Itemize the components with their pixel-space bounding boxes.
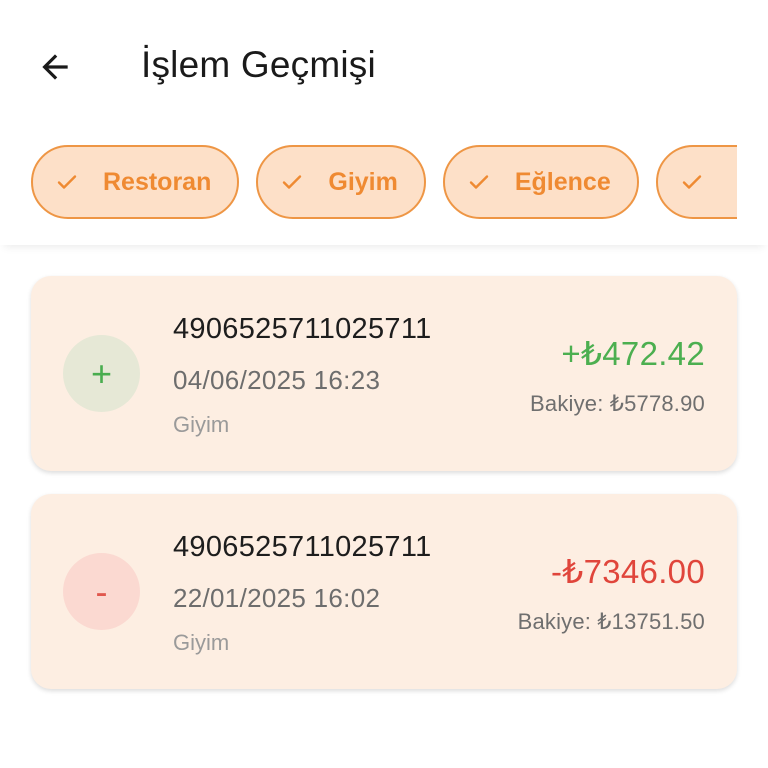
arrow-left-icon	[42, 54, 68, 80]
transaction-amount: +₺472.42	[561, 335, 705, 372]
transaction-card-number: 4906525711025711	[173, 313, 432, 345]
check-icon	[467, 170, 491, 194]
transaction-balance: Bakiye: ₺5778.90	[530, 391, 705, 416]
chip-label: Giyim	[328, 167, 398, 196]
app-bar: İşlem Geçmişi	[0, 0, 768, 130]
category-chip-list: Restoran Giyim Eğlence	[31, 144, 737, 220]
check-icon	[680, 170, 704, 194]
filter-chip-restoran[interactable]: Restoran	[31, 145, 240, 219]
page-title: İşlem Geçmişi	[141, 44, 376, 85]
back-button[interactable]	[26, 38, 84, 96]
transaction-history-screen: İşlem Geçmişi Restoran Giyim Eğlence + 4…	[0, 0, 768, 768]
transaction-category: Giyim	[173, 630, 230, 655]
chip-label	[728, 168, 737, 197]
category-filter-scroll[interactable]: Restoran Giyim Eğlence	[31, 144, 737, 220]
chip-label: Restoran	[103, 167, 212, 196]
filter-chip-eglence[interactable]: Eğlence	[442, 145, 639, 219]
transaction-card[interactable]: - 4906525711025711 22/01/2025 16:02 Giyi…	[31, 494, 737, 689]
transaction-date: 22/01/2025 16:02	[173, 583, 381, 613]
transaction-date: 04/06/2025 16:23	[173, 365, 381, 395]
transaction-card[interactable]: + 4906525711025711 04/06/2025 16:23 Giyi…	[31, 276, 737, 471]
category-filter-bar: Restoran Giyim Eğlence	[0, 130, 768, 245]
income-icon: +	[63, 335, 140, 412]
transaction-card-number: 4906525711025711	[173, 531, 432, 563]
filter-chip-giyim[interactable]: Giyim	[256, 145, 426, 219]
transaction-list: + 4906525711025711 04/06/2025 16:23 Giyi…	[31, 276, 737, 712]
transaction-category: Giyim	[173, 412, 230, 437]
expense-icon: -	[63, 553, 140, 630]
check-icon	[55, 170, 79, 194]
filter-chip-partial[interactable]	[655, 145, 737, 219]
transaction-balance: Bakiye: ₺13751.50	[517, 609, 705, 634]
transaction-amount: -₺7346.00	[551, 553, 705, 590]
check-icon	[280, 170, 304, 194]
chip-label: Eğlence	[514, 167, 611, 196]
